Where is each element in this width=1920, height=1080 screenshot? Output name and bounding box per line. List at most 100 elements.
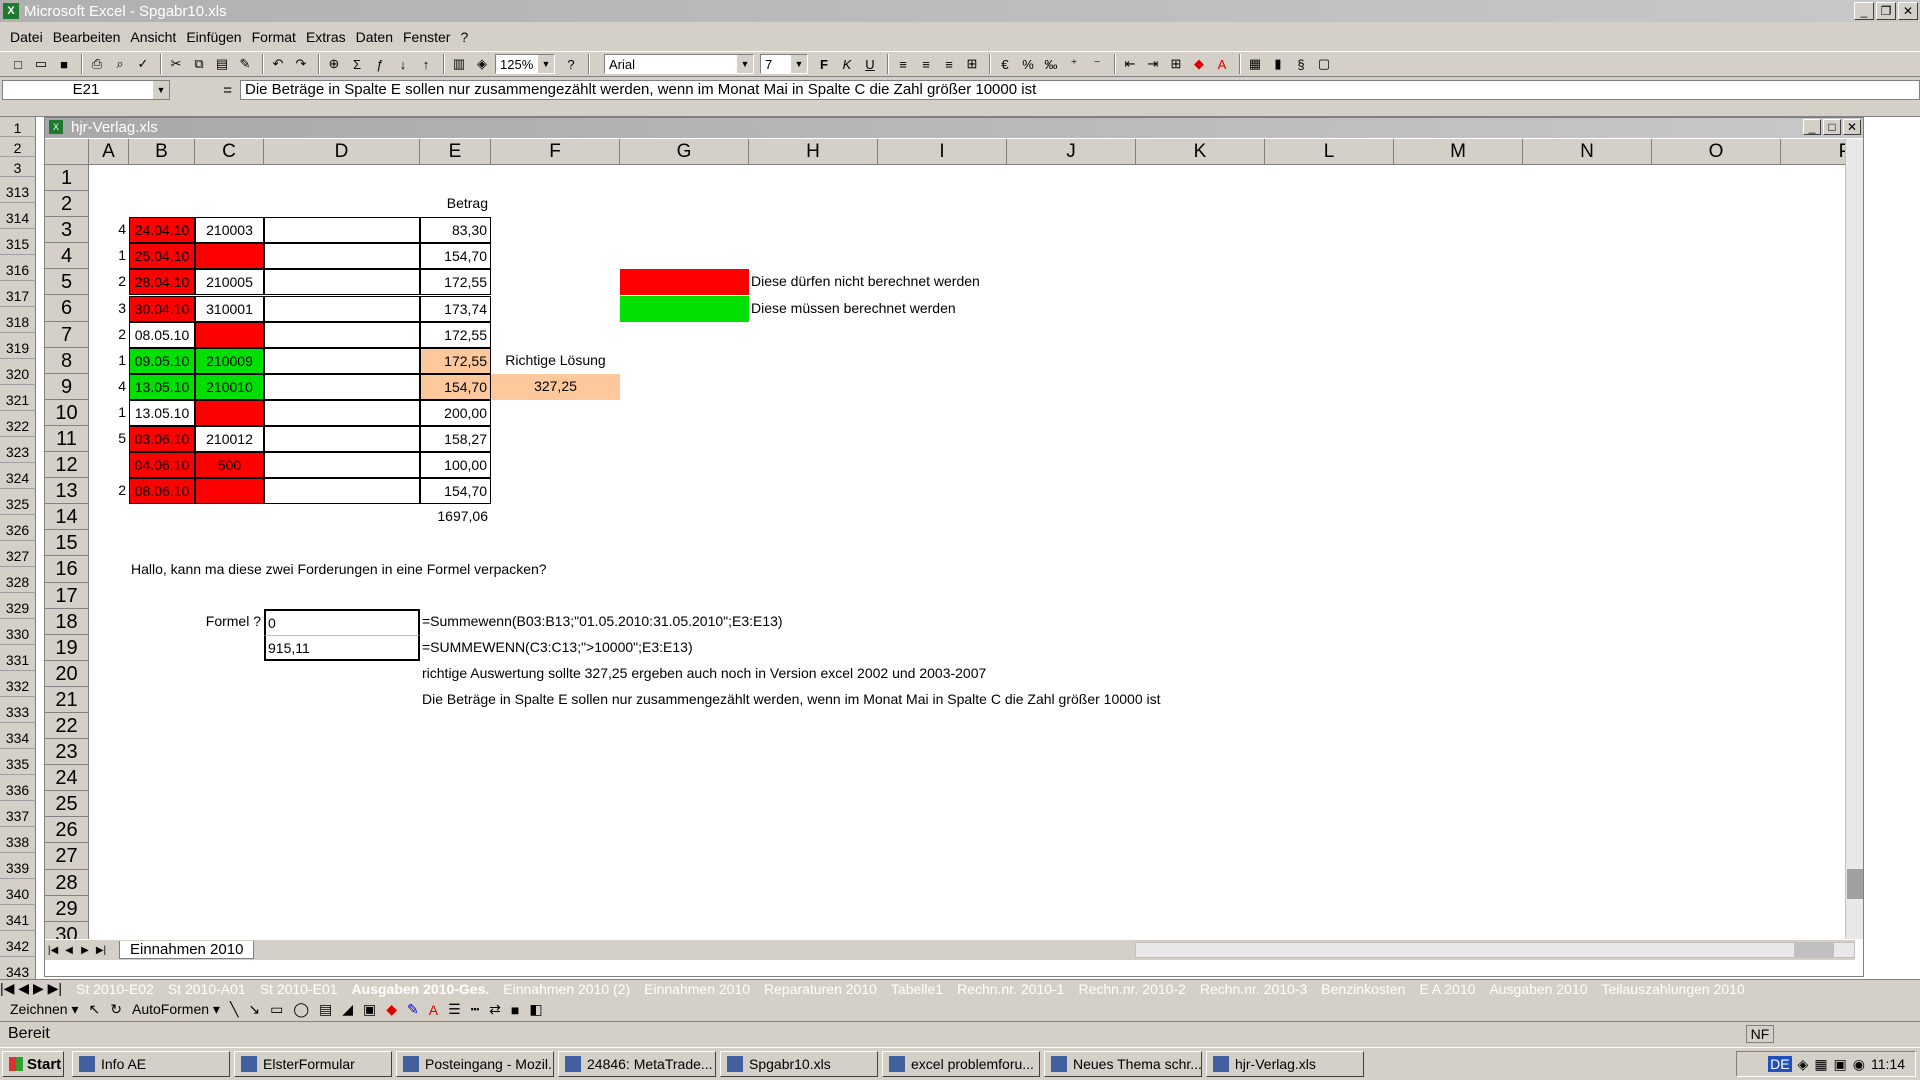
table-cell-amount[interactable]: 173,74 xyxy=(420,295,491,322)
align-left-icon[interactable]: ≡ xyxy=(893,54,913,74)
column-header-a[interactable]: A xyxy=(89,139,129,165)
row-header-5[interactable]: 5 xyxy=(45,269,89,296)
table-cell-date[interactable]: 08.05.10 xyxy=(129,321,195,348)
table-cell-number[interactable]: 210005 xyxy=(195,269,264,296)
background-row-header[interactable]: 322 xyxy=(0,411,36,437)
column-header-e[interactable]: E xyxy=(420,139,491,165)
arrow-icon[interactable]: ↘ xyxy=(248,1001,260,1018)
taskbar-button[interactable]: Spgabr10.xls xyxy=(720,1051,878,1077)
row-header-26[interactable]: 26 xyxy=(45,817,89,844)
background-row-header[interactable]: 328 xyxy=(0,567,36,593)
table-cell-date[interactable]: 08.06.10 xyxy=(129,478,195,505)
row-header-1[interactable]: 1 xyxy=(45,165,89,192)
background-row-header[interactable]: 327 xyxy=(0,541,36,567)
background-row-header[interactable]: 319 xyxy=(0,333,36,359)
table-cell-a[interactable]: 1 xyxy=(89,400,129,426)
legend-red-swatch[interactable] xyxy=(620,269,749,296)
row-header-18[interactable]: 18 xyxy=(45,608,89,635)
3d-icon[interactable]: ◧ xyxy=(529,1001,542,1018)
taskbar-button[interactable]: Neues Thema schr... xyxy=(1044,1051,1202,1077)
column-header-i[interactable]: I xyxy=(878,139,1007,165)
table-cell-amount[interactable]: 172,55 xyxy=(420,321,491,348)
menu-fenster[interactable]: Fenster xyxy=(403,29,450,45)
table-cell-number[interactable] xyxy=(195,478,264,505)
print-icon[interactable]: ⎙ xyxy=(87,54,107,74)
tray-app-icon[interactable]: ◈ xyxy=(1798,1056,1809,1073)
table-cell-amount[interactable]: 154,70 xyxy=(420,478,491,505)
formula-label[interactable]: Formel ? xyxy=(195,609,264,635)
paste-icon[interactable]: ▤ xyxy=(212,54,232,74)
row-header-7[interactable]: 7 xyxy=(45,321,89,348)
sheet-tab[interactable]: St 2010-A01 xyxy=(168,981,246,997)
question-text[interactable]: Hallo, kann ma diese zwei Forderungen in… xyxy=(129,557,547,583)
decrease-decimal-icon[interactable]: ⁻ xyxy=(1087,54,1107,74)
cut-icon[interactable]: ✂ xyxy=(166,54,186,74)
background-row-header[interactable]: 318 xyxy=(0,307,36,333)
vertical-scrollbar[interactable] xyxy=(1845,139,1863,939)
table-cell-empty[interactable] xyxy=(264,373,420,400)
autosum-icon[interactable]: Σ xyxy=(347,54,367,74)
table-cell-date[interactable]: 30.04.10 xyxy=(129,295,195,322)
table-cell-number[interactable] xyxy=(195,243,264,270)
arrow-style-icon[interactable]: ⇄ xyxy=(489,1001,501,1018)
sheet-nav-icon[interactable]: |◀ ◀ ▶ ▶| xyxy=(0,980,62,997)
table-cell-a[interactable]: 2 xyxy=(89,269,129,295)
table-cell-a[interactable]: 2 xyxy=(89,322,129,348)
table-cell-empty[interactable] xyxy=(264,321,420,348)
menu-extras[interactable]: Extras xyxy=(306,29,346,45)
taskbar-button[interactable]: ElsterFormular xyxy=(234,1051,392,1077)
copy-icon[interactable]: ⧉ xyxy=(189,54,209,74)
formula-result-2[interactable]: 915,11 xyxy=(264,634,420,661)
row-header-4[interactable]: 4 xyxy=(45,243,89,270)
sheet-tab[interactable]: Rechn.nr. 2010-2 xyxy=(1078,981,1185,997)
table-cell-number[interactable] xyxy=(195,321,264,348)
row-header-12[interactable]: 12 xyxy=(45,452,89,479)
row-header-15[interactable]: 15 xyxy=(45,530,89,557)
background-row-header[interactable]: 337 xyxy=(0,801,36,827)
clipart-icon[interactable]: ▣ xyxy=(363,1001,376,1018)
background-row-header[interactable]: 333 xyxy=(0,697,36,723)
workbook-maximize-button[interactable]: □ xyxy=(1823,119,1841,135)
background-row-header[interactable]: 338 xyxy=(0,827,36,853)
table-cell-date[interactable]: 04.06.10 xyxy=(129,452,195,479)
open-folder-icon[interactable]: ▭ xyxy=(31,54,51,74)
background-row-header[interactable]: 315 xyxy=(0,229,36,255)
background-row-header[interactable]: 313 xyxy=(0,177,36,203)
sheet-tab[interactable]: Benzinkosten xyxy=(1321,981,1405,997)
increase-indent-icon[interactable]: ⇥ xyxy=(1143,54,1163,74)
italic-button[interactable]: K xyxy=(837,54,857,74)
function-icon[interactable]: ƒ xyxy=(370,54,390,74)
line-style-icon[interactable]: ☰ xyxy=(448,1001,461,1018)
menu-datei[interactable]: Datei xyxy=(10,29,43,45)
increase-decimal-icon[interactable]: ⁺ xyxy=(1064,54,1084,74)
next-sheet-icon[interactable]: ▶ xyxy=(77,945,93,956)
row-header-16[interactable]: 16 xyxy=(45,556,89,583)
menu-ansicht[interactable]: Ansicht xyxy=(130,29,176,45)
oval-icon[interactable]: ◯ xyxy=(293,1001,309,1018)
drawing-icon[interactable]: ◈ xyxy=(472,54,492,74)
undo-icon[interactable]: ↶ xyxy=(268,54,288,74)
sort-desc-icon[interactable]: ↑ xyxy=(416,54,436,74)
formula-equals[interactable]: = xyxy=(170,82,240,99)
table-cell-amount[interactable]: 200,00 xyxy=(420,399,491,426)
legend-red-label[interactable]: Diese dürfen nicht berechnet werden xyxy=(749,269,980,295)
table-cell-amount[interactable]: 172,55 xyxy=(420,347,491,374)
sort-asc-icon[interactable]: ↓ xyxy=(393,54,413,74)
menu-help[interactable]: ? xyxy=(460,29,468,45)
taskbar-button[interactable]: 24846: MetaTrade... xyxy=(558,1051,716,1077)
trash-icon[interactable]: ▮ xyxy=(1268,54,1288,74)
table-cell-empty[interactable] xyxy=(264,295,420,322)
borders-icon[interactable]: ⊞ xyxy=(1166,54,1186,74)
column-header-j[interactable]: J xyxy=(1007,139,1136,165)
background-row-header[interactable]: 336 xyxy=(0,775,36,801)
legend-green-swatch[interactable] xyxy=(620,295,749,322)
table-cell-a[interactable]: 5 xyxy=(89,426,129,452)
table-cell-a[interactable]: 2 xyxy=(89,478,129,504)
background-row-header[interactable]: 314 xyxy=(0,203,36,229)
taskbar-button[interactable]: hjr-Verlag.xls xyxy=(1206,1051,1364,1077)
column-header-g[interactable]: G xyxy=(620,139,749,165)
formula-text-1[interactable]: =Summewenn(B03:B13;"01.05.2010:31.05.201… xyxy=(420,609,783,635)
workbook-minimize-button[interactable]: _ xyxy=(1803,119,1821,135)
table-cell-number[interactable]: 310001 xyxy=(195,295,264,322)
background-row-header[interactable]: 324 xyxy=(0,463,36,489)
